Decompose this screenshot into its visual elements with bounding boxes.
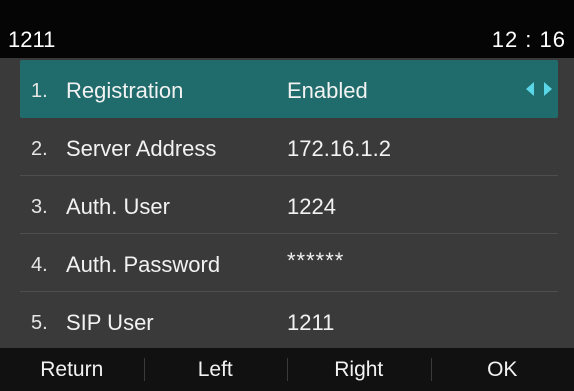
account-settings-list: 1. Registration Enabled 2. Server Addres… [0,58,574,350]
ok-button[interactable]: OK [430,348,574,391]
row-number: 5. [31,312,48,334]
return-button[interactable]: Return [0,348,144,391]
softkey-bar: Return Left Right OK [0,348,574,391]
phone-screen: 1211 12 : 16 1. Registration Enabled 2. … [0,0,574,391]
status-bar: 1211 12 : 16 [0,0,574,58]
setting-row-auth-user[interactable]: 3. Auth. User 1224 [20,176,558,234]
clock: 12 : 16 [491,27,566,52]
setting-row-registration[interactable]: 1. Registration Enabled [20,60,558,118]
row-label: Auth. User [66,194,170,219]
row-number: 2. [31,138,48,160]
auth-user-value[interactable]: 1224 [287,194,336,220]
setting-row-auth-password[interactable]: 4. Auth. Password ****** [20,234,558,292]
row-label: SIP User [66,310,154,335]
left-button[interactable]: Left [143,348,288,391]
sip-user-value[interactable]: 1211 [287,310,334,336]
right-button[interactable]: Right [287,348,431,391]
row-label: Auth. Password [66,252,221,277]
auth-password-value[interactable]: ****** [287,248,344,274]
row-label: Server Address [66,136,217,161]
account-label: 1211 [8,27,56,52]
row-label: Registration [66,78,184,103]
left-right-arrows-icon[interactable] [524,80,554,98]
row-number: 1. [31,80,48,102]
setting-row-server-address[interactable]: 2. Server Address 172.16.1.2 [20,118,558,176]
row-number: 3. [31,196,48,218]
server-address-value[interactable]: 172.16.1.2 [287,136,391,162]
setting-row-sip-user[interactable]: 5. SIP User 1211 [20,292,558,350]
row-number: 4. [31,254,48,276]
registration-value[interactable]: Enabled [287,78,368,104]
